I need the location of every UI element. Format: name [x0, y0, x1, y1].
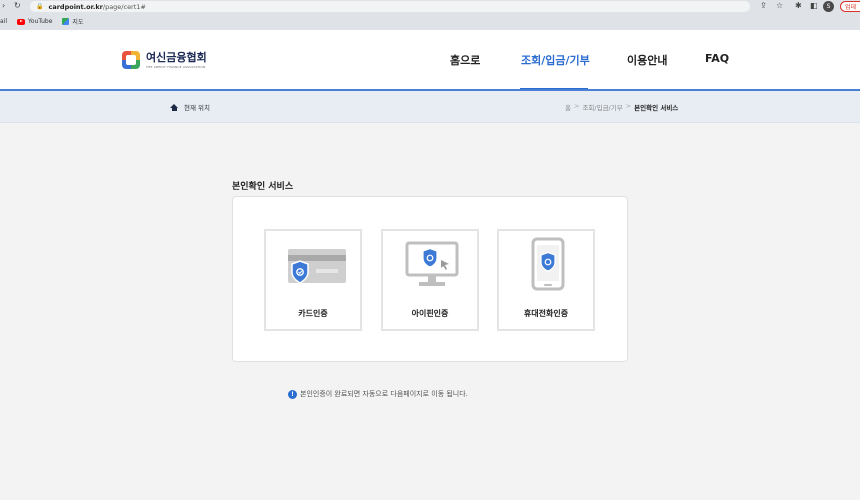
- info-icon: !: [288, 389, 297, 399]
- nav-faq[interactable]: FAQ: [705, 52, 729, 65]
- verification-panel: 카드인증 아이핀인증 휴대전화인증: [232, 196, 628, 362]
- lock-icon: 🔒: [36, 3, 44, 10]
- back-icon[interactable]: ›: [2, 2, 5, 10]
- extensions-icon[interactable]: ✱: [795, 1, 802, 10]
- ipin-auth-label: 아이핀인증: [411, 309, 449, 318]
- logo-text: 여신금융협회: [146, 50, 207, 64]
- breadcrumb-bar: 현재 위치 홈 > 조회/입금/기부 > 본인확인 서비스: [0, 91, 860, 123]
- notice-text: 본인인증이 완료되면 자동으로 다음페이지로 이동 됩니다.: [300, 390, 468, 398]
- mobile-auth-button[interactable]: 휴대전화인증: [497, 229, 595, 331]
- bookmark-item-youtube[interactable]: YouTube: [17, 18, 57, 25]
- bookmark-star-icon[interactable]: ☆: [776, 1, 783, 10]
- update-button[interactable]: 업데: [840, 1, 860, 12]
- breadcrumb-inquiry[interactable]: 조회/입금/기부: [582, 102, 622, 112]
- mobile-auth-label: 휴대전화인증: [523, 309, 569, 318]
- sidepanel-icon[interactable]: ◧: [810, 1, 818, 10]
- current-location: 현재 위치: [170, 102, 210, 112]
- breadcrumb-separator: >: [573, 102, 580, 110]
- site-header: 여신금융협회 THE CREDIT FINANCE ASSOCIATION 홈으…: [0, 30, 860, 90]
- site-logo[interactable]: 여신금융협회 THE CREDIT FINANCE ASSOCIATION: [122, 51, 207, 69]
- logo-mark-icon: [122, 51, 140, 69]
- reload-icon[interactable]: ↻: [14, 2, 21, 10]
- breadcrumb-separator: >: [625, 102, 632, 110]
- share-icon[interactable]: ⇪: [760, 1, 767, 10]
- address-bar[interactable]: 🔒 cardpoint.or.kr /page/cert1#: [30, 1, 750, 12]
- bookmark-item[interactable]: ail: [0, 18, 12, 25]
- breadcrumb-home[interactable]: 홈: [565, 102, 571, 112]
- notice-message: ! 본인인증이 완료되면 자동으로 다음페이지로 이동 됩니다.: [288, 389, 468, 399]
- url-path: /page/cert1#: [102, 2, 146, 11]
- nav-inquiry-deposit-donation[interactable]: 조회/입금/기부: [521, 52, 590, 68]
- breadcrumb: 홈 > 조회/입금/기부 > 본인확인 서비스: [565, 102, 678, 112]
- ipin-auth-button[interactable]: 아이핀인증: [381, 229, 479, 331]
- youtube-icon: [17, 18, 26, 25]
- card-auth-label: 카드인증: [298, 309, 328, 318]
- browser-chrome: › ↻ 🔒 cardpoint.or.kr /page/cert1# ⇪ ☆ ✱…: [0, 0, 860, 30]
- page-title: 본인확인 서비스: [232, 182, 294, 192]
- card-auth-button[interactable]: 카드인증: [264, 229, 362, 331]
- nav-usage-guide[interactable]: 이용안내: [627, 52, 667, 68]
- bookmarks-bar: ail YouTube 지도: [0, 16, 93, 27]
- maps-icon: [62, 18, 70, 25]
- profile-avatar[interactable]: S: [823, 1, 834, 12]
- home-icon: [170, 103, 178, 111]
- breadcrumb-current: 본인확인 서비스: [634, 104, 679, 112]
- logo-subtext: THE CREDIT FINANCE ASSOCIATION: [146, 64, 206, 69]
- url-host: cardpoint.or.kr: [48, 2, 103, 11]
- current-location-label: 현재 위치: [184, 104, 210, 112]
- bookmark-item-maps[interactable]: 지도: [62, 17, 88, 26]
- nav-home[interactable]: 홈으로: [450, 52, 480, 68]
